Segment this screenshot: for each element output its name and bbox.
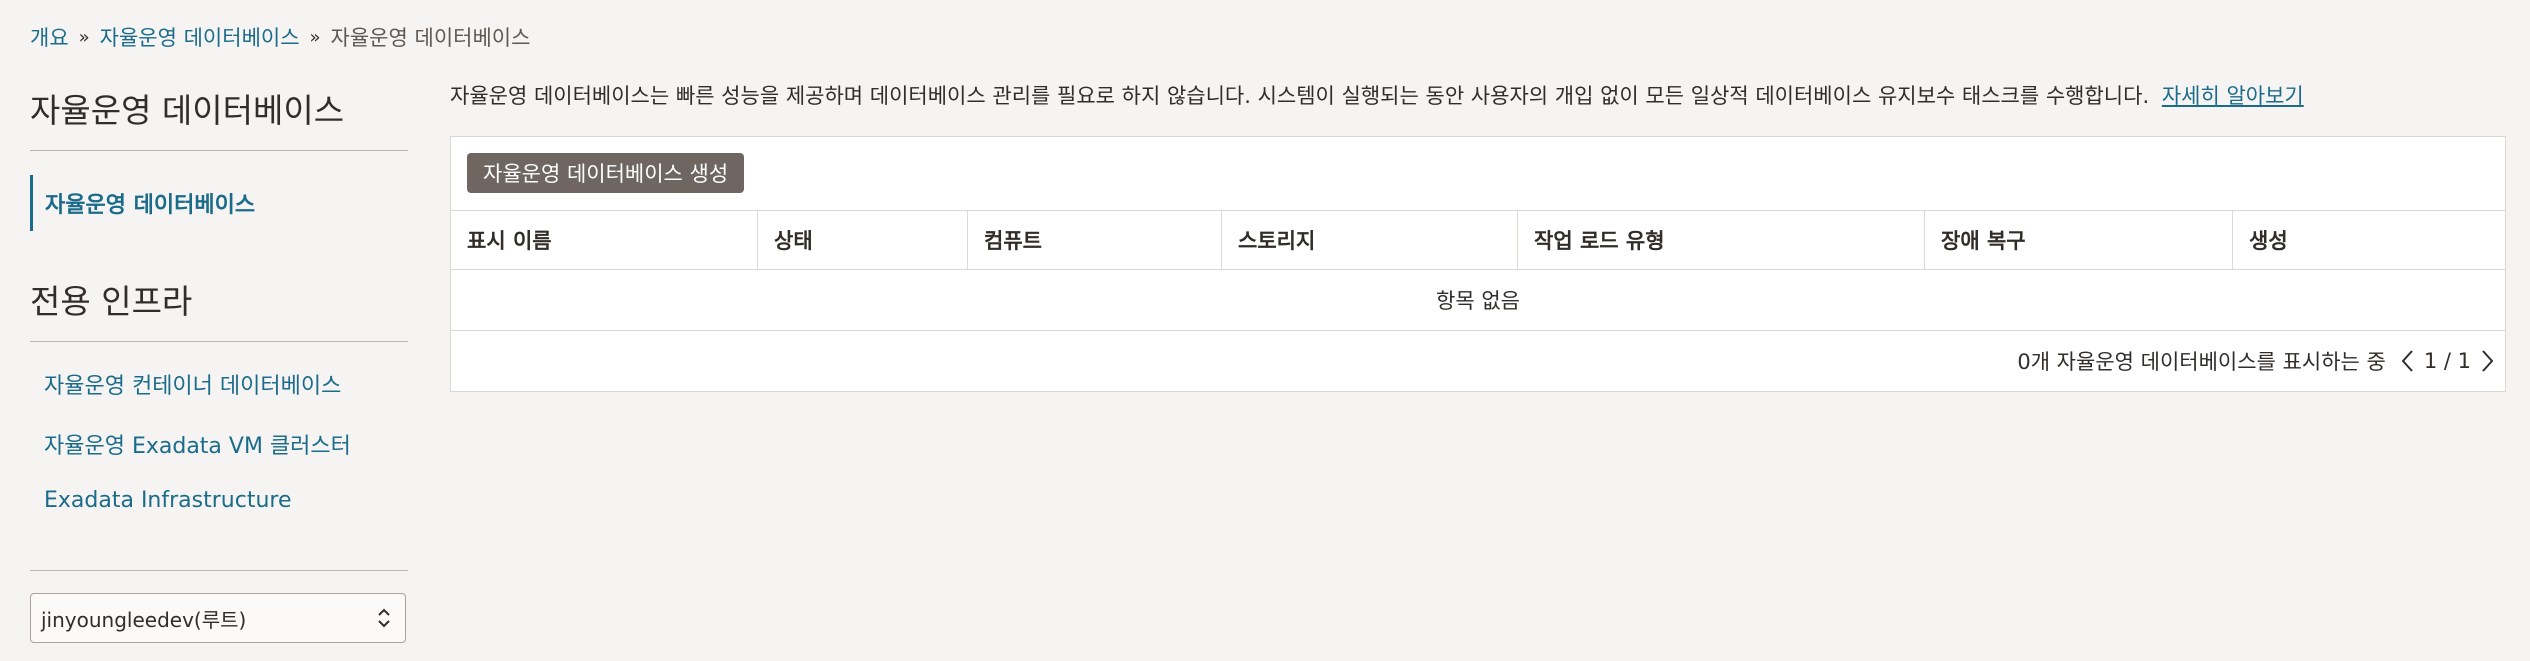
sidebar-item-exadata-infrastructure[interactable]: Exadata Infrastructure	[30, 474, 408, 527]
column-header-compute[interactable]: 컴퓨트	[968, 211, 1222, 269]
breadcrumb: 개요 » 자율운영 데이터베이스 » 자율운영 데이터베이스	[30, 22, 530, 52]
breadcrumb-autonomous-db-link[interactable]: 자율운영 데이터베이스	[100, 22, 300, 52]
page-indicator: 1 / 1	[2423, 349, 2471, 373]
sidebar-links: 자율운영 컨테이너 데이터베이스 자율운영 Exadata VM 클러스터 Ex…	[30, 354, 408, 527]
breadcrumb-current: 자율운영 데이터베이스	[330, 26, 531, 50]
column-header-state[interactable]: 상태	[758, 211, 968, 269]
sidebar-item-autonomous-database[interactable]: 자율운영 데이터베이스	[30, 175, 408, 231]
chevron-left-icon[interactable]	[2400, 348, 2416, 374]
table-header: 표시 이름 상태 컴퓨트 스토리지 작업 로드 유형 장애 복구 생성	[451, 210, 2505, 270]
column-header-storage[interactable]: 스토리지	[1222, 211, 1518, 269]
description-text: 자율운영 데이터베이스는 빠른 성능을 제공하며 데이터베이스 관리를 필요로 …	[450, 84, 2150, 108]
results-count-text: 0개 자율운영 데이터베이스를 표시하는 중	[2017, 350, 2386, 374]
breadcrumb-overview-link[interactable]: 개요	[30, 22, 69, 52]
learn-more-link[interactable]: 자세히 알아보기	[2162, 84, 2304, 108]
sidebar-title: 자율운영 데이터베이스	[30, 80, 408, 151]
table-empty-row: 항목 없음	[451, 270, 2505, 331]
autonomous-db-table-panel: 자율운영 데이터베이스 생성 표시 이름 상태 컴퓨트 스토리지 작업 로드 유…	[450, 136, 2506, 392]
chevron-right-icon[interactable]	[2479, 348, 2495, 374]
chevron-updown-icon	[377, 606, 391, 630]
page-description: 자율운영 데이터베이스는 빠른 성능을 제공하며 데이터베이스 관리를 필요로 …	[450, 80, 2304, 110]
breadcrumb-separator: »	[309, 26, 321, 48]
pagination: 1 / 1	[2400, 348, 2495, 374]
sidebar: 자율운영 데이터베이스 자율운영 데이터베이스 전용 인프라 자율운영 컨테이너…	[30, 80, 408, 527]
compartment-select-value: jinyoungleedev(루트)	[41, 607, 247, 632]
column-header-workload-type[interactable]: 작업 로드 유형	[1518, 211, 1925, 269]
sidebar-section-dedicated-infra: 전용 인프라	[30, 271, 408, 342]
sidebar-item-autonomous-exadata-vm-cluster[interactable]: 자율운영 Exadata VM 클러스터	[30, 414, 408, 474]
create-autonomous-db-button[interactable]: 자율운영 데이터베이스 생성	[467, 153, 745, 193]
column-header-display-name[interactable]: 표시 이름	[451, 211, 758, 269]
breadcrumb-separator: »	[78, 26, 90, 48]
column-header-created[interactable]: 생성	[2233, 211, 2505, 269]
empty-state-text: 항목 없음	[1436, 289, 1520, 313]
table-footer: 0개 자율운영 데이터베이스를 표시하는 중 1 / 1	[2017, 331, 2495, 391]
compartment-select[interactable]: jinyoungleedev(루트)	[30, 593, 406, 643]
sidebar-item-autonomous-container-db[interactable]: 자율운영 컨테이너 데이터베이스	[30, 354, 408, 414]
column-header-disaster-recovery[interactable]: 장애 복구	[1925, 211, 2233, 269]
sidebar-divider	[30, 570, 408, 571]
